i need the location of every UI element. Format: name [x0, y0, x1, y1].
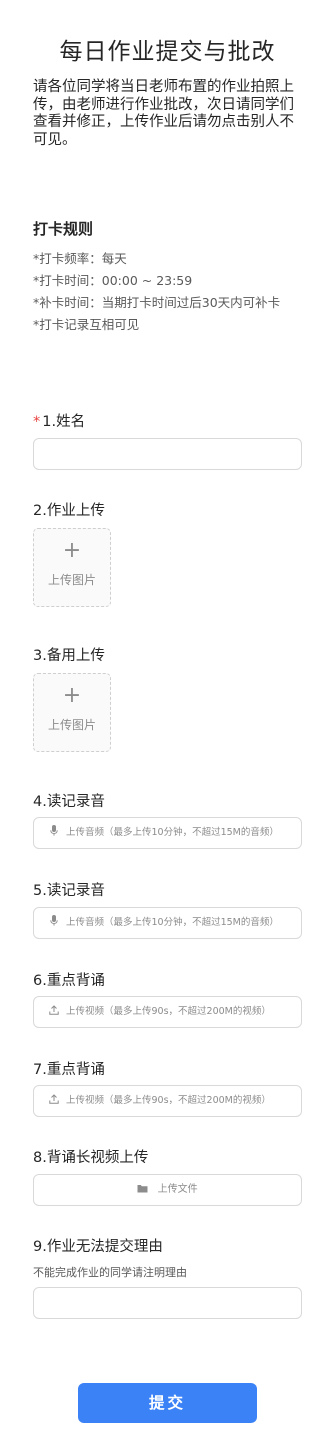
microphone-icon — [48, 818, 60, 848]
homework-image-upload[interactable]: + 上传图片 — [33, 528, 111, 607]
backup-image-upload[interactable]: + 上传图片 — [33, 673, 111, 752]
audio-upload-text: 上传音频（最多上传10分钟，不超过15M的音频） — [66, 827, 279, 838]
q2-label: 2.作业上传 — [33, 503, 105, 519]
upload-arrow-icon — [48, 997, 60, 1027]
audio-upload-button-1[interactable]: 上传音频（最多上传10分钟，不超过15M的音频） — [33, 817, 302, 849]
rule-visibility: *打卡记录互相可见 — [33, 317, 140, 332]
q6-label: 6.重点背诵 — [33, 973, 105, 989]
form-page: 每日作业提交与批改 请各位同学将当日老师布置的作业拍照上传，由老师进行作业批改，… — [0, 0, 335, 1440]
submit-button[interactable]: 提交 — [78, 1383, 257, 1423]
q5-label: 5.读记录音 — [33, 883, 105, 899]
q9-label: 9.作业无法提交理由 — [33, 1239, 163, 1255]
reason-input[interactable] — [33, 1287, 302, 1319]
file-upload-text: 上传文件 — [157, 1184, 198, 1195]
microphone-icon — [48, 908, 60, 938]
video-upload-button-1[interactable]: 上传视频（最多上传90s，不超过200M的视频） — [33, 996, 302, 1028]
audio-upload-button-2[interactable]: 上传音频（最多上传10分钟，不超过15M的音频） — [33, 907, 302, 939]
plus-icon: + — [62, 538, 82, 563]
q1-label-text: 1.姓名 — [42, 414, 86, 430]
required-mark: * — [33, 414, 41, 430]
q4-label: 4.读记录音 — [33, 794, 105, 810]
upload-image-text: 上传图片 — [47, 573, 96, 587]
file-upload-button[interactable]: 上传文件 — [33, 1174, 302, 1206]
rule-makeup: *补卡时间：当期打卡时间过后30天内可补卡 — [33, 295, 281, 310]
upload-image-text: 上传图片 — [47, 718, 96, 732]
q3-label: 3.备用上传 — [33, 648, 105, 664]
video-upload-text: 上传视频（最多上传90s，不超过200M的视频） — [66, 1006, 271, 1017]
form-intro: 请各位同学将当日老师布置的作业拍照上传，由老师进行作业批改，次日请同学们查看并修… — [33, 79, 294, 148]
plus-icon: + — [62, 683, 82, 708]
q1-label: * 1.姓名 — [33, 410, 85, 431]
folder-icon — [137, 1184, 151, 1195]
q8-label: 8.背诵长视频上传 — [33, 1150, 149, 1166]
video-upload-button-2[interactable]: 上传视频（最多上传90s，不超过200M的视频） — [33, 1085, 302, 1117]
rule-time: *打卡时间：00:00 ~ 23:59 — [33, 273, 193, 288]
q9-description: 不能完成作业的同学请注明理由 — [33, 1266, 187, 1279]
upload-arrow-icon — [48, 1086, 60, 1116]
rules-list: *打卡频率：每天 *打卡时间：00:00 ~ 23:59 *补卡时间：当期打卡时… — [33, 248, 305, 336]
form-title: 每日作业提交与批改 — [59, 39, 276, 65]
rule-frequency: *打卡频率：每天 — [33, 251, 127, 266]
q7-label: 7.重点背诵 — [33, 1062, 105, 1078]
rules-title: 打卡规则 — [33, 220, 94, 238]
video-upload-text: 上传视频（最多上传90s，不超过200M的视频） — [66, 1095, 271, 1106]
audio-upload-text: 上传音频（最多上传10分钟，不超过15M的音频） — [66, 917, 279, 928]
name-input[interactable] — [33, 438, 302, 470]
